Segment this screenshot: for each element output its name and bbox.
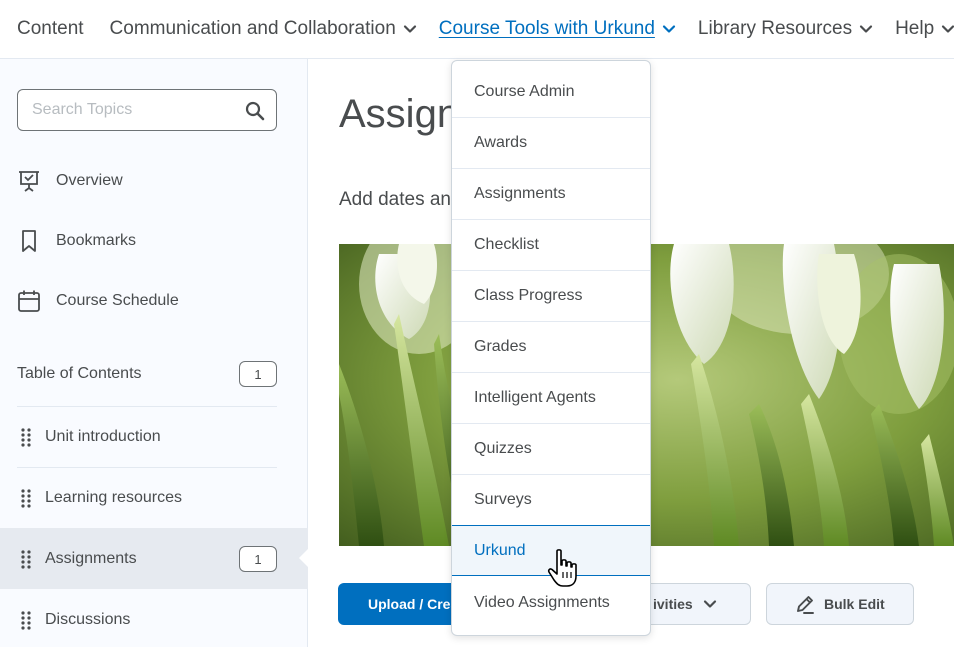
- drag-handle-icon[interactable]: [17, 427, 35, 447]
- menu-item-checklist[interactable]: Checklist: [452, 220, 650, 271]
- toc-item-learning-resources[interactable]: Learning resources: [0, 467, 308, 528]
- toc-item-assignments[interactable]: Assignments 1: [0, 528, 309, 589]
- search-icon[interactable]: [245, 101, 265, 121]
- menu-item-class-progress[interactable]: Class Progress: [452, 271, 650, 322]
- toc-label: Table of Contents: [17, 365, 142, 382]
- page-title: Assign: [339, 92, 460, 136]
- toc-item-label: Unit introduction: [45, 428, 161, 445]
- bulk-edit-button[interactable]: Bulk Edit: [766, 583, 914, 625]
- nav-course-tools-label: Course Tools with Urkund: [438, 18, 655, 39]
- nav-content-label: Content: [17, 18, 84, 39]
- sidebar-item-label: Overview: [56, 172, 123, 189]
- drag-handle-icon[interactable]: [17, 610, 35, 630]
- chevron-down-icon: [403, 25, 416, 33]
- top-navigation: Content Communication and Collaboration …: [0, 0, 954, 59]
- toc-header[interactable]: Table of Contents 1: [17, 361, 277, 387]
- drag-handle-icon[interactable]: [17, 488, 35, 508]
- toc-item-discussions[interactable]: Discussions: [0, 589, 308, 647]
- menu-item-surveys[interactable]: Surveys: [452, 475, 650, 526]
- course-tools-dropdown-menu: Course Admin Awards Assignments Checklis…: [451, 60, 651, 636]
- bookmark-icon: [22, 230, 36, 252]
- toc-item-label: Learning resources: [45, 489, 182, 506]
- bulk-edit-label: Bulk Edit: [824, 596, 885, 612]
- sidebar-item-course-schedule[interactable]: Course Schedule: [17, 289, 179, 313]
- nav-library-label: Library Resources: [697, 18, 853, 39]
- toc-item-label: Assignments: [45, 550, 137, 567]
- chevron-down-icon: [942, 25, 954, 33]
- menu-item-awards[interactable]: Awards: [452, 118, 650, 169]
- presentation-icon: [19, 171, 39, 192]
- nav-library-resources[interactable]: Library Resources: [698, 18, 873, 40]
- chevron-down-icon: [703, 600, 716, 608]
- selection-indicator: [299, 548, 309, 568]
- chevron-down-icon: [662, 25, 676, 33]
- nav-help-label: Help: [895, 18, 935, 39]
- sidebar-item-label: Course Schedule: [56, 292, 179, 309]
- pencil-icon: [797, 596, 814, 614]
- search-box: [17, 89, 277, 131]
- chevron-down-icon: [859, 25, 873, 33]
- sidebar: Overview Bookmarks Course Schedule Table…: [0, 59, 309, 647]
- toc-count-badge: 1: [239, 361, 277, 387]
- upload-create-label: Upload / Crea: [368, 596, 459, 612]
- calendar-icon: [18, 290, 40, 312]
- nav-course-tools[interactable]: Course Tools with Urkund: [439, 18, 676, 40]
- page-subtitle: Add dates and: [339, 189, 462, 210]
- sidebar-item-label: Bookmarks: [56, 232, 137, 249]
- nav-communication[interactable]: Communication and Collaboration: [110, 18, 417, 40]
- toc-item-unit-introduction[interactable]: Unit introduction: [0, 406, 308, 467]
- nav-communication-label: Communication and Collaboration: [109, 18, 396, 39]
- search-input[interactable]: [32, 101, 232, 119]
- menu-item-urkund[interactable]: Urkund: [452, 525, 650, 576]
- menu-item-assignments[interactable]: Assignments: [452, 169, 650, 220]
- menu-item-intelligent-agents[interactable]: Intelligent Agents: [452, 373, 650, 424]
- menu-item-quizzes[interactable]: Quizzes: [452, 424, 650, 475]
- nav-content[interactable]: Content: [17, 18, 84, 40]
- menu-item-course-admin[interactable]: Course Admin: [452, 67, 650, 118]
- toc-item-count-badge: 1: [239, 546, 277, 572]
- menu-item-grades[interactable]: Grades: [452, 322, 650, 373]
- sidebar-item-overview[interactable]: Overview: [17, 169, 123, 193]
- drag-handle-icon[interactable]: [17, 549, 35, 569]
- toc-item-label: Discussions: [45, 611, 131, 628]
- menu-item-video-assignments[interactable]: Video Assignments: [452, 577, 650, 628]
- existing-activities-label: ivities: [653, 596, 693, 612]
- nav-help[interactable]: Help: [895, 18, 954, 40]
- sidebar-item-bookmarks[interactable]: Bookmarks: [17, 229, 136, 253]
